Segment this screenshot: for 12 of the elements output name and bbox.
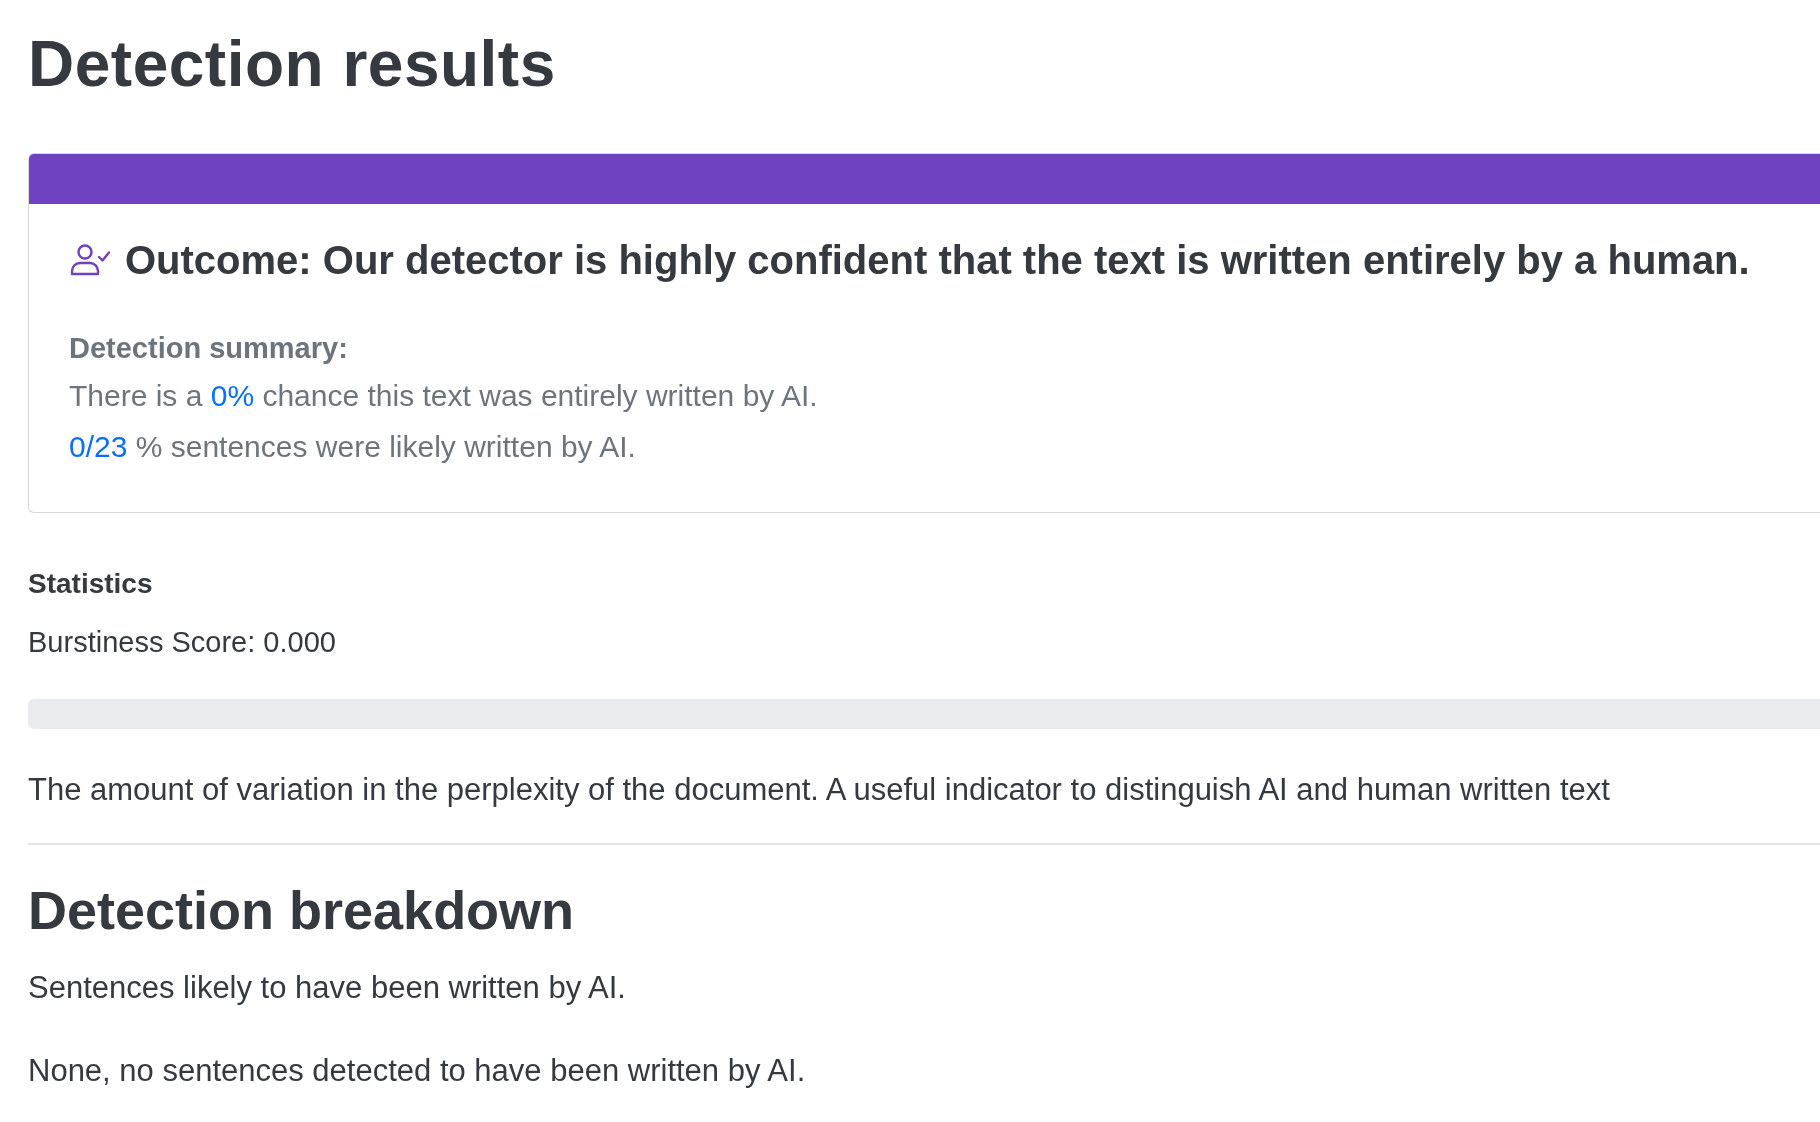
section-heading: Detection breakdown — [28, 879, 576, 943]
summary-line: 0/23 % sentences were likely written by AI. — [69, 429, 637, 466]
score-label: Burstiness Score: 0.000 — [28, 625, 337, 661]
description-text: The amount of variation in the perplexity of the document. A useful indicator to distinguish AI and human written text — [28, 770, 1611, 809]
page-title: Detection results — [28, 27, 557, 102]
person-check-icon — [69, 243, 111, 278]
section-heading: Statistics — [28, 567, 154, 602]
summary-label: Detection summary: — [69, 330, 349, 366]
result-text: None, no sentences detected to have been written by AI. — [28, 1052, 807, 1090]
outcome-heading: Outcome: Our detector is highly confident that the text is written entirely by a human. — [125, 237, 1750, 283]
intro-text: Sentences likely to have been written by AI. — [28, 969, 627, 1008]
summary-line: There is a 0% chance this text was entirely written by AI. — [69, 378, 819, 415]
